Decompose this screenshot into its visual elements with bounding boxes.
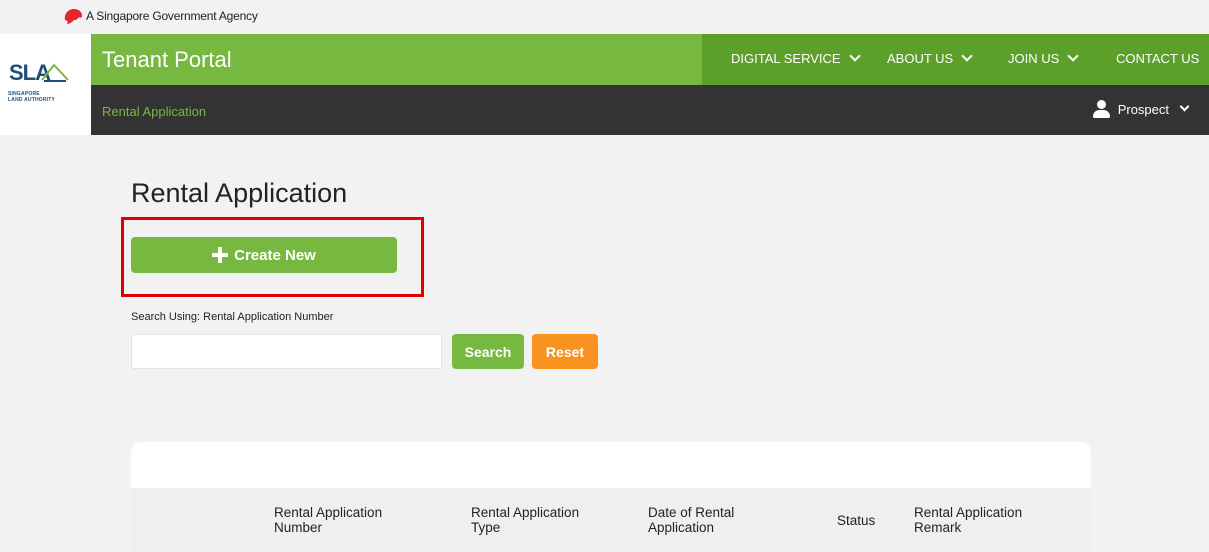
nav-contact-us[interactable]: CONTACT US (1116, 51, 1199, 66)
chevron-down-icon (1179, 101, 1190, 111)
nav-about-us-label: ABOUT US (887, 51, 954, 66)
sub-header: Rental Application Prospect (91, 85, 1209, 135)
chevron-down-icon (848, 50, 861, 62)
user-label: Prospect (1117, 101, 1169, 117)
sla-logo-mark-icon (41, 63, 69, 82)
nav-join-us-label: JOIN US (1008, 51, 1060, 66)
column-header-remark[interactable]: Rental Application Remark (914, 505, 1022, 535)
sla-logo[interactable]: SLA SINGAPORE LAND AUTHORITY (0, 34, 91, 135)
create-new-label: Create New (234, 246, 316, 264)
plus-icon (212, 247, 229, 263)
sla-logo-subtext-2: LAND AUTHORITY (8, 97, 56, 103)
gov-banner-text: A Singapore Government Agency (86, 9, 258, 23)
search-button[interactable]: Search (452, 334, 524, 369)
user-menu[interactable]: Prospect (1092, 100, 1190, 118)
nav-contact-us-label: CONTACT US (1116, 51, 1200, 66)
column-header-date[interactable]: Date of Rental Application (648, 505, 734, 535)
nav-digital-service-label: DIGITAL SERVICE (731, 51, 841, 66)
results-table: Rental Application Number Rental Applica… (131, 442, 1091, 552)
search-input[interactable] (131, 334, 442, 369)
main-header: Tenant Portal DIGITAL SERVICE ABOUT US J… (91, 34, 1209, 85)
breadcrumb[interactable]: Rental Application (102, 104, 206, 119)
column-header-status[interactable]: Status (837, 513, 875, 528)
chevron-down-icon (1067, 50, 1079, 62)
page-title: Rental Application (131, 178, 348, 208)
chevron-down-icon (961, 50, 973, 62)
create-new-button[interactable]: Create New (131, 237, 397, 273)
column-header-number[interactable]: Rental Application Number (274, 505, 382, 535)
nav-join-us[interactable]: JOIN US (1008, 50, 1079, 66)
portal-title[interactable]: Tenant Portal (102, 47, 232, 73)
nav-digital-service[interactable]: DIGITAL SERVICE (731, 50, 861, 66)
lion-head-icon (64, 9, 82, 24)
search-label: Search Using: Rental Application Number (131, 311, 334, 323)
user-icon (1092, 100, 1110, 118)
gov-banner: A Singapore Government Agency (0, 0, 1209, 34)
column-header-type[interactable]: Rental Application Type (471, 505, 579, 535)
reset-button[interactable]: Reset (532, 334, 598, 369)
nav-about-us[interactable]: ABOUT US (887, 50, 973, 66)
table-header-row: Rental Application Number Rental Applica… (131, 488, 1091, 552)
main-nav: DIGITAL SERVICE ABOUT US JOIN US CONTACT… (702, 34, 1209, 85)
